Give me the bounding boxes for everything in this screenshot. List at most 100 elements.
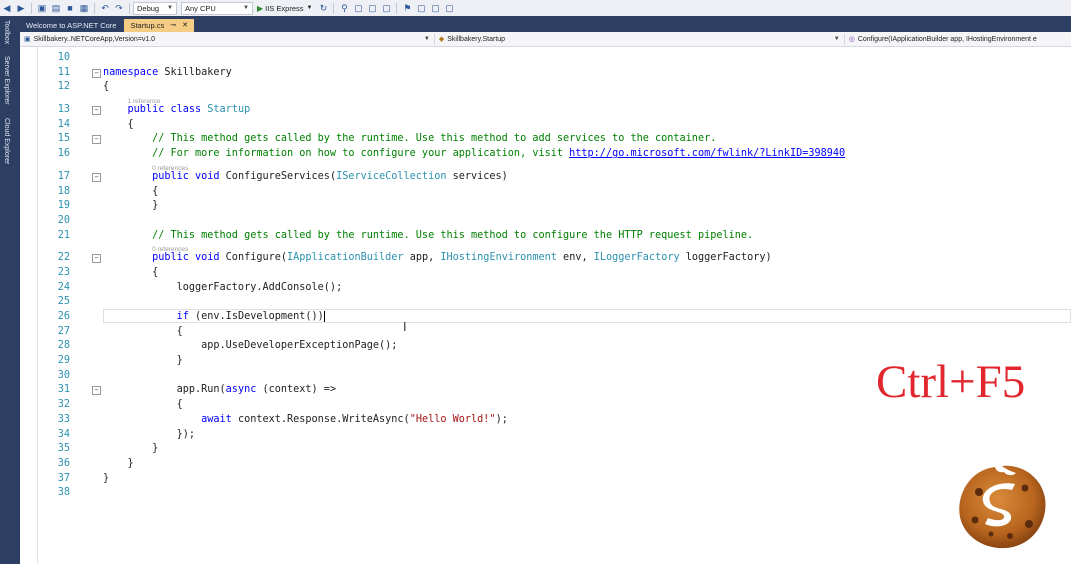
collapse-region-icon[interactable]: −	[92, 254, 101, 264]
code-text[interactable]: namespace Skillbakery	[103, 66, 232, 81]
code-line[interactable]: 11 − namespace Skillbakery	[20, 66, 1071, 81]
code-line[interactable]: 22−0 references public void Configure(IA…	[20, 246, 1071, 266]
code-line[interactable]: 21 // This method gets called by the run…	[20, 229, 1071, 244]
refresh-icon[interactable]: ↻	[318, 3, 328, 13]
close-icon[interactable]: ✕	[182, 19, 188, 32]
code-line[interactable]: 18 {	[20, 185, 1071, 200]
solution-configuration-select[interactable]: Debug ▼	[133, 1, 177, 15]
tab-welcome[interactable]: Welcome to ASP.NET Core	[20, 19, 122, 32]
code-text[interactable]: loggerFactory.AddConsole();	[103, 281, 343, 296]
code-line[interactable]: 36 }	[20, 457, 1071, 472]
code-token: {	[103, 185, 159, 197]
code-text[interactable]: app.Run(async (context) =>	[103, 383, 336, 398]
code-text[interactable]: }	[103, 457, 134, 472]
code-text[interactable]: {	[103, 118, 134, 133]
code-text[interactable]: if (env.IsDevelopment())	[103, 310, 325, 325]
code-text[interactable]: {	[103, 80, 109, 95]
code-text[interactable]: });	[103, 428, 195, 443]
code-line[interactable]: 34 });	[20, 428, 1071, 443]
chevron-down-icon: ▼	[306, 5, 313, 11]
code-token: (context) =>	[256, 384, 337, 396]
code-line[interactable]: 12 {	[20, 80, 1071, 95]
code-lines[interactable]: 10 11− namespace Skillbakery 12 {13−1 refere…	[20, 51, 1071, 501]
code-line[interactable]: 17−0 references public void ConfigureSer…	[20, 165, 1071, 185]
code-line[interactable]: 16 // For more information on how to con…	[20, 147, 1071, 162]
code-token: }	[103, 472, 110, 484]
code-text[interactable]: public void Configure(IApplicationBuilde…	[103, 251, 772, 266]
start-debugging-button[interactable]: ▶ IIS Express ▼	[257, 4, 312, 13]
code-text[interactable]: // This method gets called by the runtim…	[103, 132, 716, 147]
save-all-icon[interactable]: ▦	[79, 3, 89, 13]
line-number: 20	[57, 214, 70, 226]
new-project-icon[interactable]: ▣	[37, 3, 47, 13]
line-number: 12	[57, 81, 70, 93]
class-dropdown[interactable]: ◆ Skillbakery.Startup ▼	[435, 33, 845, 45]
code-text[interactable]: await context.Response.WriteAsync("Hello…	[103, 413, 508, 428]
save-icon[interactable]: ■	[65, 3, 75, 13]
code-text[interactable]: app.UseDeveloperExceptionPage();	[103, 339, 397, 354]
toolbar-tool-icon[interactable]: ▢	[416, 3, 426, 13]
collapse-region-icon[interactable]: −	[92, 172, 101, 182]
code-text[interactable]: {	[103, 325, 183, 340]
cloud-explorer-tab[interactable]: Cloud Explorer	[3, 118, 10, 164]
code-line[interactable]: 23 {	[20, 266, 1071, 281]
code-token: public class	[103, 104, 208, 116]
redo-icon[interactable]: ↷	[114, 3, 124, 13]
code-text[interactable]: }	[103, 199, 158, 214]
collapse-region-icon[interactable]: −	[92, 106, 101, 116]
code-line[interactable]: 37}	[20, 472, 1071, 487]
code-line[interactable]: 28 app.UseDeveloperExceptionPage();	[20, 339, 1071, 354]
toolbar-tool-icon[interactable]: ▢	[381, 3, 391, 13]
code-line[interactable]: 10	[20, 51, 1071, 66]
line-number: 14	[57, 118, 70, 130]
code-text[interactable]: public void ConfigureServices(IServiceCo…	[103, 170, 508, 185]
code-line[interactable]: 27 {	[20, 325, 1071, 340]
code-line[interactable]: 38	[20, 486, 1071, 501]
find-icon[interactable]: ⚲	[339, 3, 349, 13]
server-explorer-tab[interactable]: Server Explorer	[3, 56, 10, 105]
code-editor[interactable]: 10 11− namespace Skillbakery 12 {13−1 refere…	[20, 47, 1071, 564]
code-line[interactable]: 25	[20, 295, 1071, 310]
bookmark-icon[interactable]: ⚑	[402, 3, 412, 13]
line-number: 37	[57, 472, 70, 484]
solution-platform-select[interactable]: Any CPU ▼	[181, 1, 253, 15]
code-text[interactable]: public class Startup	[103, 103, 251, 118]
member-dropdown[interactable]: ◎ Configure(IApplicationBuilder app, IHo…	[845, 34, 1071, 45]
toolbar-tool-icon[interactable]: ▢	[444, 3, 454, 13]
navigate-back-icon[interactable]: ◀	[2, 3, 12, 13]
code-text[interactable]: }	[103, 354, 183, 369]
toolbar-tool-icon[interactable]: ▢	[430, 3, 440, 13]
code-line[interactable]: 15 − // This method gets called by the ru…	[20, 132, 1071, 147]
pin-icon[interactable]: ⊸	[170, 19, 176, 32]
code-text[interactable]: {	[103, 398, 183, 413]
code-line[interactable]: 19 }	[20, 199, 1071, 214]
code-line[interactable]: 35 }	[20, 442, 1071, 457]
code-text[interactable]: {	[103, 185, 158, 200]
code-line[interactable]: 13−1 reference public class Startup	[20, 98, 1071, 118]
tab-startup-cs[interactable]: Startup.cs ⊸ ✕	[124, 19, 194, 32]
navigate-forward-icon[interactable]: ▶	[16, 3, 26, 13]
code-line[interactable]: 26 if (env.IsDevelopment())	[20, 309, 1071, 325]
code-line[interactable]: 24 loggerFactory.AddConsole();	[20, 281, 1071, 296]
toolbar-tool-icon[interactable]: ▢	[367, 3, 377, 13]
undo-icon[interactable]: ↶	[100, 3, 110, 13]
code-line[interactable]: 14 {	[20, 118, 1071, 133]
code-text[interactable]: // For more information on how to config…	[103, 147, 845, 162]
project-dropdown[interactable]: ▣ Skillbakery..NETCoreApp,Version=v1.0 ▼	[20, 33, 435, 45]
code-text[interactable]: {	[103, 266, 158, 281]
collapse-region-icon[interactable]: −	[92, 68, 101, 78]
collapse-region-icon[interactable]: −	[92, 135, 101, 145]
member-value: Configure(IApplicationBuilder app, IHost…	[857, 35, 1037, 43]
code-line[interactable]: 20	[20, 214, 1071, 229]
code-text[interactable]: }	[103, 472, 109, 487]
document-tab-strip: Welcome to ASP.NET Core Startup.cs ⊸ ✕	[20, 16, 1071, 32]
toolbox-tab[interactable]: Toolbox	[3, 20, 10, 44]
code-text[interactable]: }	[103, 442, 158, 457]
code-line[interactable]: 33 await context.Response.WriteAsync("He…	[20, 413, 1071, 428]
toolbar-tool-icon[interactable]: ▢	[353, 3, 363, 13]
open-file-icon[interactable]: ▤	[51, 3, 61, 13]
code-token[interactable]: http://go.microsoft.com/fwlink/?LinkID=3…	[569, 148, 845, 159]
code-text[interactable]: // This method gets called by the runtim…	[103, 229, 753, 244]
collapse-region-icon[interactable]: −	[92, 386, 101, 396]
